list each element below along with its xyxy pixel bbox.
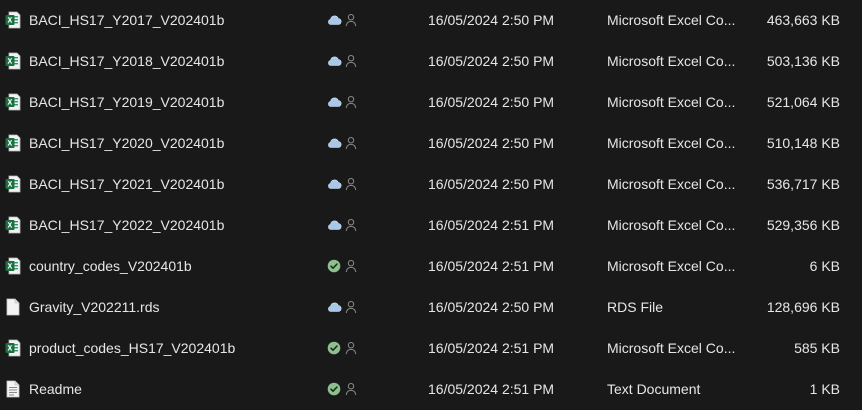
excel-file-icon (5, 11, 21, 29)
excel-file-icon (5, 257, 21, 275)
file-size: 6 KB (809, 258, 840, 274)
file-list: BACI_HS17_Y2017_V202401b 16/05/2024 2:50 … (0, 0, 862, 409)
person-icon (345, 259, 357, 273)
date-modified: 16/05/2024 2:51 PM (428, 340, 555, 356)
cloud-status-icon (326, 176, 342, 192)
file-row[interactable]: Gravity_V202211.rds 16/05/2024 2:50 PM RDS… (0, 287, 862, 328)
synced-check-icon (326, 340, 342, 356)
file-row[interactable]: BACI_HS17_Y2022_V202401b 16/05/2024 2:51 … (0, 205, 862, 246)
excel-file-icon (5, 339, 21, 357)
date-modified: 16/05/2024 2:50 PM (428, 135, 555, 151)
cloud-status-icon (326, 217, 342, 233)
person-icon (345, 13, 357, 27)
person-icon (345, 136, 357, 150)
file-name[interactable]: country_codes_V202401b (29, 256, 319, 276)
person-icon (345, 54, 357, 68)
person-icon (345, 341, 357, 355)
file-row[interactable]: BACI_HS17_Y2018_V202401b 16/05/2024 2:50 … (0, 41, 862, 82)
person-icon (345, 218, 357, 232)
file-row[interactable]: product_codes_HS17_V202401b 16/05/2024 2:… (0, 328, 862, 369)
file-name[interactable]: product_codes_HS17_V202401b (29, 338, 319, 358)
file-size: 510,148 KB (766, 135, 840, 151)
file-row[interactable]: country_codes_V202401b 16/05/2024 2:51 PM… (0, 246, 862, 287)
file-name[interactable]: Readme (29, 379, 319, 399)
file-size: 463,663 KB (766, 12, 840, 28)
date-modified: 16/05/2024 2:51 PM (428, 217, 555, 233)
date-modified: 16/05/2024 2:50 PM (428, 299, 555, 315)
file-name[interactable]: BACI_HS17_Y2022_V202401b (29, 215, 319, 235)
file-name[interactable]: BACI_HS17_Y2018_V202401b (29, 51, 319, 71)
file-row[interactable]: BACI_HS17_Y2017_V202401b 16/05/2024 2:50 … (0, 0, 862, 41)
file-name[interactable]: BACI_HS17_Y2020_V202401b (29, 133, 319, 153)
person-icon (345, 177, 357, 191)
file-size: 128,696 KB (766, 299, 840, 315)
person-icon (345, 382, 357, 396)
file-name[interactable]: BACI_HS17_Y2021_V202401b (29, 174, 319, 194)
file-row[interactable]: Readme 16/05/2024 2:51 PM Text Document 1 K… (0, 369, 862, 410)
person-icon (345, 95, 357, 109)
date-modified: 16/05/2024 2:50 PM (428, 12, 555, 28)
date-modified: 16/05/2024 2:50 PM (428, 94, 555, 110)
date-modified: 16/05/2024 2:50 PM (428, 176, 555, 192)
synced-check-icon (326, 258, 342, 274)
cloud-status-icon (326, 299, 342, 315)
file-size: 536,717 KB (766, 176, 840, 192)
cloud-status-icon (326, 53, 342, 69)
excel-file-icon (5, 175, 21, 193)
date-modified: 16/05/2024 2:51 PM (428, 258, 555, 274)
file-row[interactable]: BACI_HS17_Y2019_V202401b 16/05/2024 2:50 … (0, 82, 862, 123)
text-file-icon (5, 380, 21, 398)
file-size: 1 KB (809, 381, 840, 397)
file-row[interactable]: BACI_HS17_Y2021_V202401b 16/05/2024 2:50 … (0, 164, 862, 205)
date-modified: 16/05/2024 2:51 PM (428, 381, 555, 397)
file-size: 585 KB (794, 340, 840, 356)
excel-file-icon (5, 93, 21, 111)
file-size: 521,064 KB (766, 94, 840, 110)
excel-file-icon (5, 134, 21, 152)
file-name[interactable]: BACI_HS17_Y2019_V202401b (29, 92, 319, 112)
excel-file-icon (5, 216, 21, 234)
excel-file-icon (5, 52, 21, 70)
cloud-status-icon (326, 12, 342, 28)
file-row[interactable]: BACI_HS17_Y2020_V202401b 16/05/2024 2:50 … (0, 123, 862, 164)
file-name[interactable]: Gravity_V202211.rds (29, 297, 319, 317)
file-icon (5, 298, 21, 316)
cloud-status-icon (326, 94, 342, 110)
file-size: 503,136 KB (766, 53, 840, 69)
date-modified: 16/05/2024 2:50 PM (428, 53, 555, 69)
file-size: 529,356 KB (766, 217, 840, 233)
synced-check-icon (326, 381, 342, 397)
file-name[interactable]: BACI_HS17_Y2017_V202401b (29, 10, 319, 30)
person-icon (345, 300, 357, 314)
cloud-status-icon (326, 135, 342, 151)
